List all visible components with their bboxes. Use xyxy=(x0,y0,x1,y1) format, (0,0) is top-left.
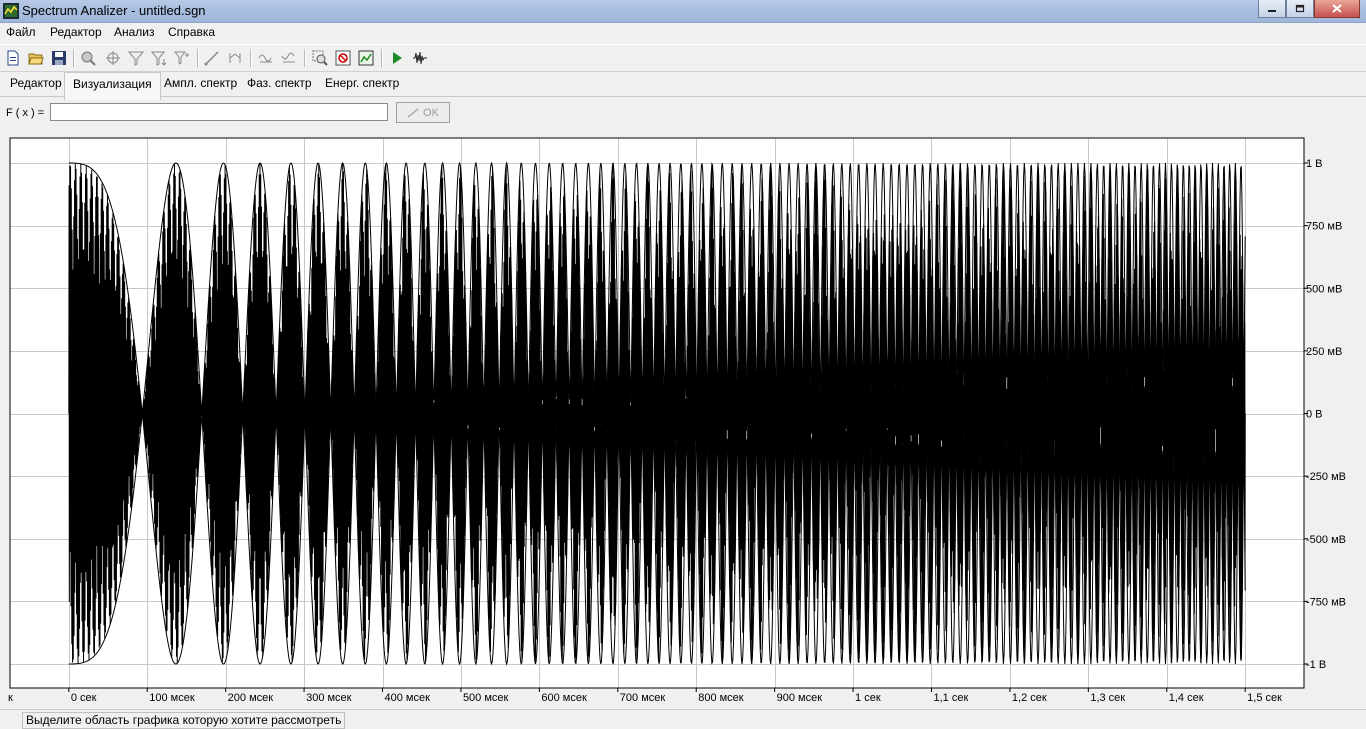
line-tool-button[interactable] xyxy=(202,48,222,68)
formula-label: F ( x ) = xyxy=(6,107,45,119)
tab-energy-spectrum[interactable]: Енерг. спектр xyxy=(323,76,401,90)
x-tick-label: 300 мсек xyxy=(306,692,352,704)
crosshair-icon xyxy=(106,51,120,65)
zoom-icon xyxy=(81,51,96,66)
x-tick-label: 200 мсек xyxy=(228,692,274,704)
filter-icon xyxy=(128,51,144,66)
zoom-reset-button[interactable] xyxy=(333,48,353,68)
y-tick-label: -1 В xyxy=(1306,659,1326,671)
minimize-icon xyxy=(1268,9,1276,12)
x-tick-label: 400 мсек xyxy=(385,692,431,704)
save-button[interactable] xyxy=(49,48,69,68)
crosshair-button[interactable] xyxy=(103,48,123,68)
x-tick-label: 600 мсек xyxy=(541,692,587,704)
y-tick-label: 0 В xyxy=(1306,409,1323,421)
minimize-button[interactable] xyxy=(1258,0,1286,18)
waveform-icon xyxy=(413,51,427,65)
window-title: Spectrum Analizer - untitled.sgn xyxy=(22,3,206,18)
bracket-tool-button[interactable] xyxy=(225,48,245,68)
bracket-icon xyxy=(229,53,241,63)
new-file-icon xyxy=(7,50,19,66)
x-tick-label: 1,1 сек xyxy=(933,692,968,704)
x-tick-label: 700 мсек xyxy=(620,692,666,704)
open-folder-icon xyxy=(28,53,44,65)
chart-window-button[interactable] xyxy=(356,48,376,68)
status-text: Выделите область графика которую хотите … xyxy=(22,712,346,729)
x-tick-label: 1,2 сек xyxy=(1012,692,1047,704)
play-button[interactable] xyxy=(387,48,407,68)
menu-help[interactable]: Справка xyxy=(168,25,215,39)
wave-edit-button[interactable] xyxy=(256,48,276,68)
wave-edit-2-button[interactable] xyxy=(279,48,299,68)
x-axis-unit-label: к xyxy=(8,692,13,704)
filter-down-button[interactable] xyxy=(149,48,169,68)
filter-multi-icon xyxy=(174,51,189,65)
x-tick-label: 1,4 сек xyxy=(1169,692,1204,704)
menu-file[interactable]: Файл xyxy=(6,25,36,39)
x-tick-label: 1 сек xyxy=(855,692,881,704)
checkmark-icon xyxy=(407,108,419,117)
zoom-region-icon xyxy=(312,50,328,66)
play-icon xyxy=(393,52,402,64)
y-tick-label: 500 мВ xyxy=(1306,283,1342,295)
tab-bar: Редактор Визуализация Ампл. спектр Фаз. … xyxy=(0,72,1366,100)
x-tick-label: 100 мсек xyxy=(149,692,195,704)
menu-analysis[interactable]: Анализ xyxy=(114,25,155,39)
menu-bar: Файл Редактор Анализ Справка xyxy=(0,23,1366,42)
ok-label: OK xyxy=(423,106,439,119)
waveform-button[interactable] xyxy=(410,48,430,68)
signal-chart[interactable]: 1 В 750 мВ 500 мВ 250 мВ 0 В -250 мВ -500 мВ -7… xyxy=(0,130,1366,708)
wave-edit-2-icon xyxy=(281,52,295,63)
maximize-button[interactable] xyxy=(1286,0,1314,18)
y-tick-label: 750 мВ xyxy=(1306,221,1342,233)
ok-button[interactable]: OK xyxy=(396,102,450,123)
y-tick-label: -500 мВ xyxy=(1306,534,1346,546)
tab-visualization[interactable]: Визуализация xyxy=(64,72,161,100)
close-icon xyxy=(1332,4,1342,13)
y-tick-label: 1 В xyxy=(1306,158,1323,170)
zoom-reset-icon xyxy=(335,50,351,66)
zoom-button[interactable] xyxy=(78,48,98,68)
tab-editor[interactable]: Редактор xyxy=(8,76,64,90)
chart-window-icon xyxy=(358,50,374,66)
x-tick-label: 0 сек xyxy=(71,692,97,704)
title-bar[interactable]: Spectrum Analizer - untitled.sgn xyxy=(0,0,1366,23)
close-button[interactable] xyxy=(1314,0,1360,18)
app-icon xyxy=(3,3,19,19)
y-tick-label: 250 мВ xyxy=(1306,346,1342,358)
status-bar: Выделите область графика которую хотите … xyxy=(0,709,1366,729)
tab-phase-spectrum[interactable]: Фаз. спектр xyxy=(245,76,314,90)
save-icon xyxy=(52,51,66,65)
menu-editor[interactable]: Редактор xyxy=(50,25,102,39)
tab-amplitude-spectrum[interactable]: Ампл. спектр xyxy=(162,76,239,90)
x-tick-label: 500 мсек xyxy=(463,692,509,704)
formula-input[interactable] xyxy=(50,103,388,121)
zoom-region-button[interactable] xyxy=(310,48,330,68)
filter-button[interactable] xyxy=(126,48,146,68)
x-tick-label: 800 мсек xyxy=(698,692,744,704)
filter-down-icon xyxy=(151,51,167,66)
line-icon xyxy=(204,51,219,66)
new-file-button[interactable] xyxy=(3,48,23,68)
open-button[interactable] xyxy=(26,48,46,68)
x-tick-label: 900 мсек xyxy=(777,692,823,704)
toolbar xyxy=(0,44,1366,72)
chart-area[interactable]: 1 В 750 мВ 500 мВ 250 мВ 0 В -250 мВ -500 мВ -7… xyxy=(0,130,1366,708)
y-tick-label: -250 мВ xyxy=(1306,471,1346,483)
filter-multi-button[interactable] xyxy=(172,48,192,68)
x-tick-label: 1,3 сек xyxy=(1090,692,1125,704)
wave-edit-icon xyxy=(258,54,272,63)
y-tick-label: -750 мВ xyxy=(1306,596,1346,608)
maximize-icon xyxy=(1295,4,1305,13)
x-tick-label: 1,5 сек xyxy=(1247,692,1282,704)
